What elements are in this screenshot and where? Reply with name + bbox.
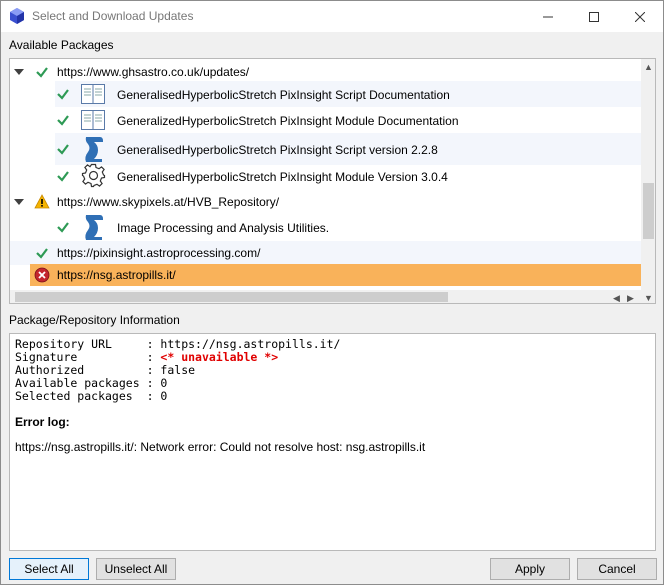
book-icon xyxy=(81,110,105,130)
maximize-icon xyxy=(589,11,599,22)
checkmark-icon xyxy=(57,89,69,100)
checkmark-icon xyxy=(57,115,69,126)
checkmark-icon xyxy=(36,67,48,78)
scroll-right-arrow-icon[interactable]: ▶ xyxy=(627,293,634,303)
repository-row[interactable]: https://pixinsight.astroprocessing.com/ xyxy=(10,241,641,265)
package-row[interactable]: GeneralisedHyperbolicStretch PixInsight … xyxy=(55,81,641,107)
package-label: GeneralisedHyperbolicStretch PixInsight … xyxy=(117,88,450,102)
checkmark-icon xyxy=(57,222,69,233)
minimize-icon xyxy=(543,16,553,17)
info-line-selected-packages: Selected packages : 0 xyxy=(15,389,168,403)
update-dialog: Select and Download Updates Available Pa… xyxy=(0,0,664,585)
error-log-title: Error log: xyxy=(15,415,70,429)
select-all-button[interactable]: Select All xyxy=(9,558,89,580)
script-icon xyxy=(85,215,103,240)
close-button[interactable] xyxy=(617,1,663,32)
package-label: GeneralisedHyperbolicStretch PixInsight … xyxy=(117,170,448,184)
expanded-arrow-icon[interactable] xyxy=(14,197,24,207)
book-icon xyxy=(81,84,105,104)
package-tree[interactable]: https://www.ghsastro.co.uk/updates/ Gene… xyxy=(9,58,656,304)
repository-row[interactable]: https://www.skypixels.at/HVB_Repository/ xyxy=(10,190,641,214)
checkmark-icon xyxy=(57,144,69,155)
apply-button[interactable]: Apply xyxy=(490,558,570,580)
maximize-button[interactable] xyxy=(571,1,617,32)
package-label: GeneralisedHyperbolicStretch PixInsight … xyxy=(117,143,438,157)
info-key: Available packages xyxy=(15,376,147,390)
title-bar[interactable]: Select and Download Updates xyxy=(1,1,663,32)
error-log-message: https://nsg.astropills.it/: Network erro… xyxy=(15,440,426,454)
vertical-scrollbar-thumb[interactable] xyxy=(643,183,654,239)
info-key: Authorized xyxy=(15,363,147,377)
unselect-all-button[interactable]: Unselect All xyxy=(96,558,176,580)
package-info-panel[interactable]: Repository URL : https://nsg.astropills.… xyxy=(9,333,656,551)
info-value: <* unavailable *> xyxy=(160,350,279,364)
info-value: 0 xyxy=(160,389,168,403)
checkmark-icon xyxy=(57,171,69,182)
info-value: 0 xyxy=(160,376,168,390)
info-key: Signature xyxy=(15,350,147,364)
expanded-arrow-icon[interactable] xyxy=(14,67,24,77)
horizontal-scrollbar[interactable] xyxy=(10,290,641,303)
repository-url: https://nsg.astropills.it/ xyxy=(57,268,176,282)
repository-url: https://www.skypixels.at/HVB_Repository/ xyxy=(57,195,280,209)
repository-row[interactable]: https://nsg.astropills.it/ xyxy=(10,264,641,286)
minimize-button[interactable] xyxy=(525,1,571,32)
close-icon xyxy=(635,11,645,22)
package-label: GeneralizedHyperbolicStretch PixInsight … xyxy=(117,114,459,128)
script-icon xyxy=(85,137,103,162)
scroll-left-arrow-icon[interactable]: ◀ xyxy=(613,293,620,303)
info-key: Selected packages xyxy=(15,389,147,403)
info-key: Repository URL xyxy=(15,337,147,351)
package-row[interactable]: GeneralizedHyperbolicStretch PixInsight … xyxy=(55,107,641,133)
vertical-scrollbar[interactable]: ▲ xyxy=(641,59,655,290)
info-value: https://nsg.astropills.it/ xyxy=(160,337,341,351)
package-row[interactable]: GeneralisedHyperbolicStretch PixInsight … xyxy=(55,160,641,191)
scrollbar-corner[interactable]: ▼ xyxy=(641,290,655,303)
scroll-up-arrow-icon[interactable]: ▲ xyxy=(644,62,653,72)
info-value: false xyxy=(160,363,196,377)
available-packages-label: Available Packages xyxy=(9,38,114,52)
window-title: Select and Download Updates xyxy=(32,9,194,23)
error-icon xyxy=(34,267,50,283)
pixinsight-app-icon xyxy=(10,8,24,24)
checkmark-icon xyxy=(36,248,48,259)
package-row[interactable]: Image Processing and Analysis Utilities. xyxy=(55,212,641,242)
cancel-button[interactable]: Cancel xyxy=(577,558,657,580)
package-label: Image Processing and Analysis Utilities. xyxy=(117,221,330,235)
scroll-down-arrow-icon[interactable]: ▼ xyxy=(644,293,653,303)
horizontal-scrollbar-thumb[interactable] xyxy=(15,292,448,302)
repository-url: https://pixinsight.astroprocessing.com/ xyxy=(57,246,261,260)
repository-url: https://www.ghsastro.co.uk/updates/ xyxy=(57,65,250,79)
warning-icon xyxy=(34,194,50,209)
package-info-label: Package/Repository Information xyxy=(9,313,180,327)
gear-icon xyxy=(81,163,106,188)
